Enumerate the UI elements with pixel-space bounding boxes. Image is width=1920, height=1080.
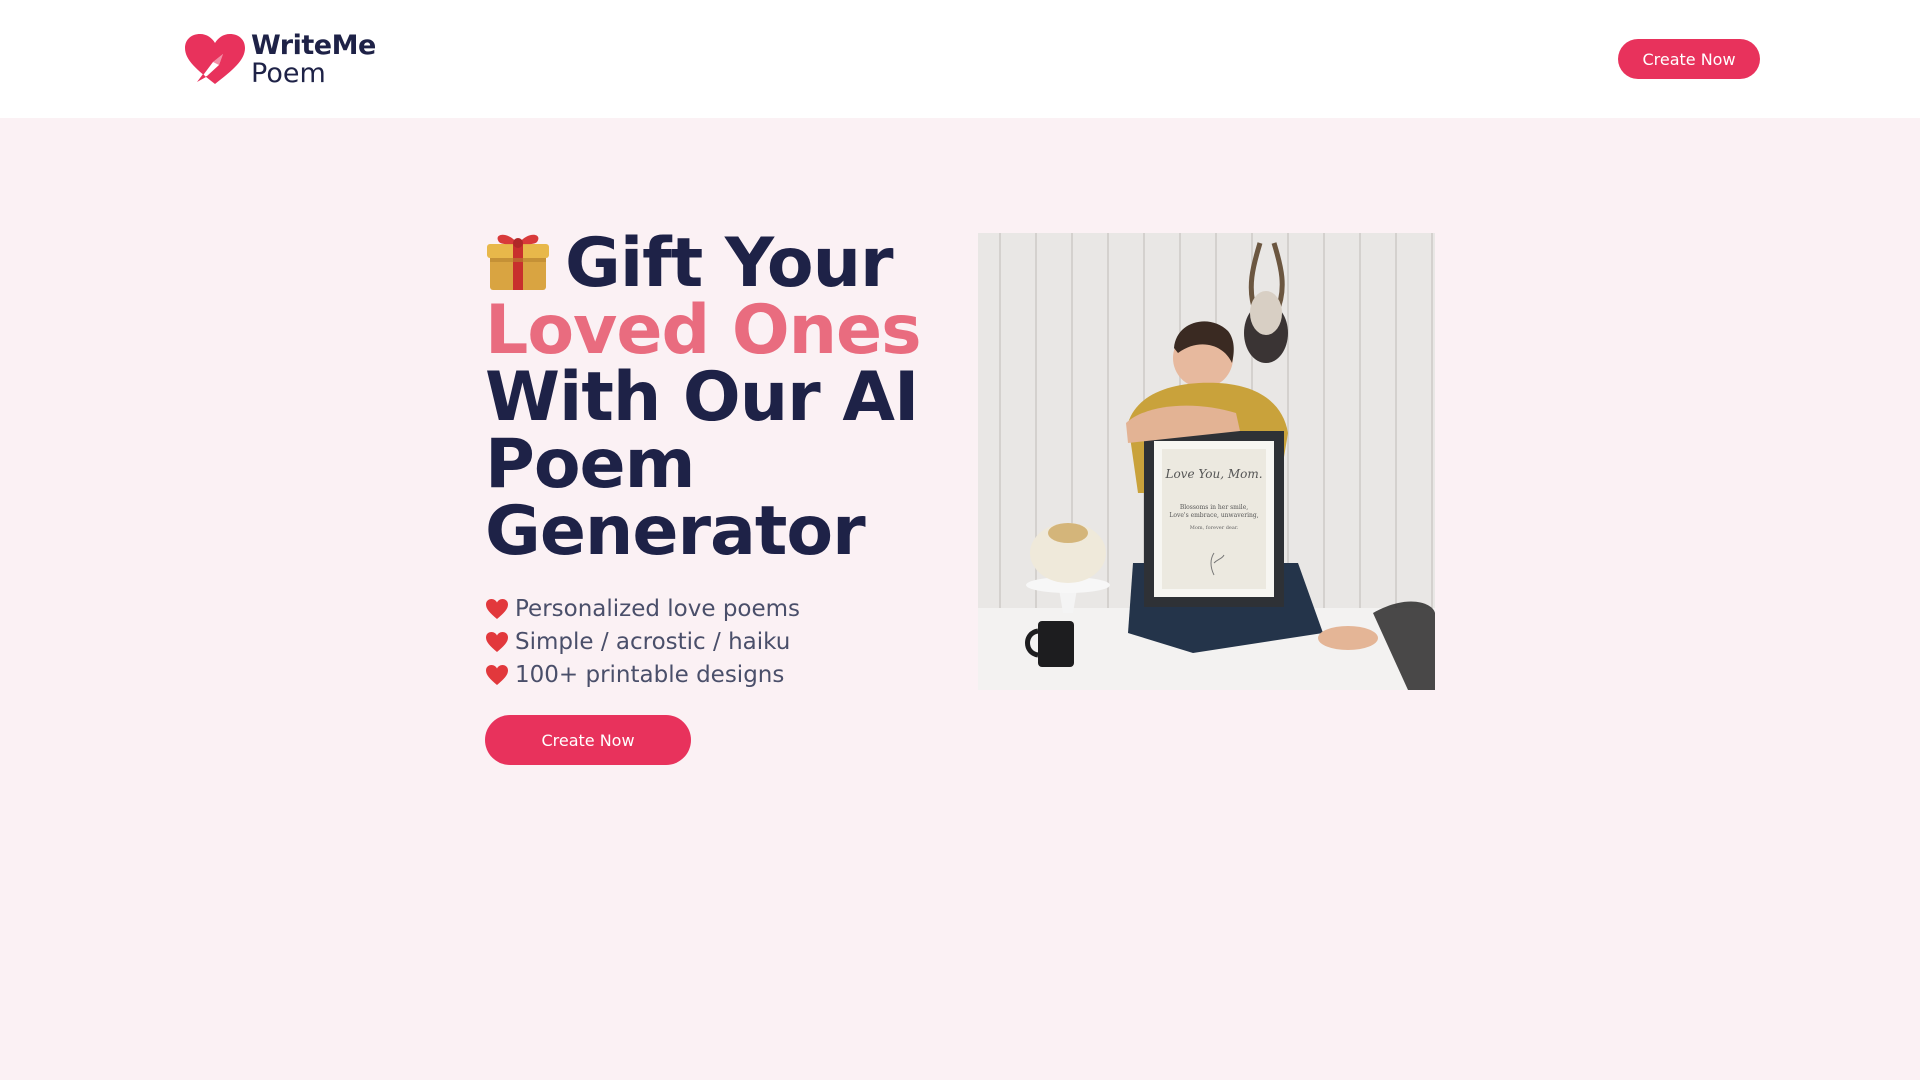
feature-text: 100+ printable designs bbox=[515, 661, 785, 688]
gift-icon bbox=[487, 234, 549, 290]
feature-item: Simple / acrostic / haiku bbox=[485, 625, 800, 658]
feature-text: Personalized love poems bbox=[515, 595, 801, 622]
heart-pen-logo-icon bbox=[185, 34, 245, 84]
frame-body-line-2: Love's embrace, unwavering, bbox=[1169, 512, 1258, 519]
feature-text: Simple / acrostic / haiku bbox=[515, 628, 791, 655]
logo-wordmark-top: WriteMe bbox=[251, 30, 376, 61]
hero-photo: Love You, Mom. Blossoms in her smile, Lo… bbox=[978, 233, 1435, 690]
feature-item: 100+ printable designs bbox=[485, 658, 800, 691]
headline-line-4: Poem bbox=[485, 425, 696, 504]
headline-line-5: Generator bbox=[485, 492, 866, 571]
hero-create-now-button[interactable]: Create Now bbox=[485, 715, 691, 765]
hero-headline: Gift Your Loved Ones With Our AI Poem Ge… bbox=[485, 228, 945, 571]
headline-line-3: With Our AI bbox=[485, 358, 919, 437]
woman-holding-framed-poem-image: Love You, Mom. Blossoms in her smile, Lo… bbox=[978, 233, 1435, 690]
logo-wordmark-bottom: Poem bbox=[251, 58, 326, 89]
header-create-now-button[interactable]: Create Now bbox=[1618, 39, 1760, 79]
red-heart-icon bbox=[486, 598, 508, 619]
red-heart-icon bbox=[486, 631, 508, 652]
feature-item: Personalized love poems bbox=[485, 592, 800, 625]
frame-body-line-3: Mom, forever dear. bbox=[1190, 525, 1239, 531]
red-heart-icon bbox=[486, 664, 508, 685]
feature-list: Personalized love poems Simple / acrosti… bbox=[485, 592, 800, 691]
headline-line-1: Gift Your bbox=[485, 228, 945, 298]
frame-title: Love You, Mom. bbox=[1164, 467, 1262, 481]
site-header: WriteMe Poem Create Now bbox=[0, 0, 1920, 118]
logo[interactable]: WriteMe Poem bbox=[183, 32, 376, 88]
headline-line-2: Loved Ones bbox=[485, 291, 922, 370]
frame-body-line-1: Blossoms in her smile, bbox=[1180, 504, 1248, 511]
